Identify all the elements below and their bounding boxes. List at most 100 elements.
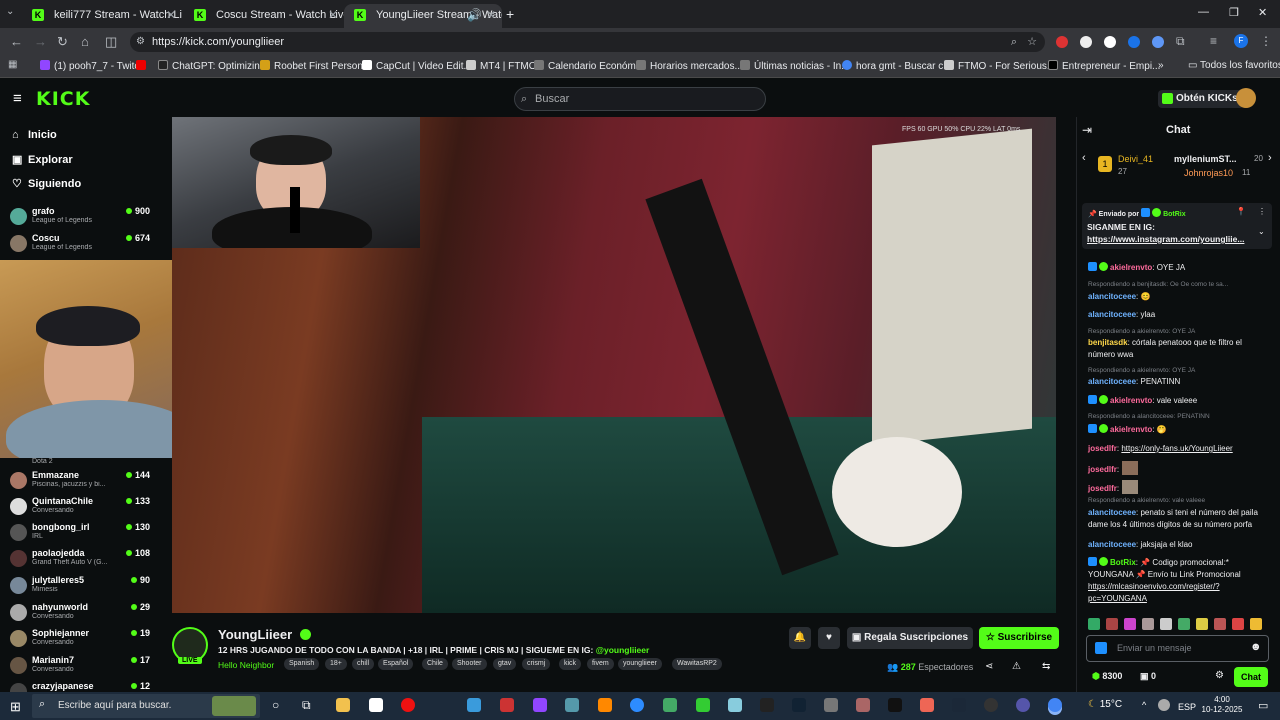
url-field[interactable]: ⚙ https://kick.com/youngliieer ⌕ ☆ bbox=[130, 32, 1045, 52]
bookmark-item[interactable]: Últimas noticias - In... bbox=[740, 60, 850, 72]
reload-icon[interactable]: ↻ bbox=[57, 34, 68, 50]
settings-icon[interactable] bbox=[824, 698, 838, 712]
leader-name[interactable]: Johnrojas10 bbox=[1184, 168, 1233, 178]
bookmark-item[interactable]: (1) pooh7_7 - Twitch bbox=[40, 60, 145, 72]
browser-tab-1[interactable]: K keili777 Stream - Watch Live on Kick ✕ bbox=[22, 4, 182, 28]
chrome-icon[interactable] bbox=[1048, 698, 1062, 712]
chat-username[interactable]: josedlfr bbox=[1088, 444, 1117, 453]
notifications-button[interactable]: 🔔 bbox=[789, 627, 811, 649]
get-kicks-button[interactable]: Obtén KICKs bbox=[1158, 90, 1244, 108]
profile-avatar[interactable]: F bbox=[1234, 34, 1248, 48]
sidebar-channel[interactable]: paolaojedda Grand Theft Auto V (G... 108 bbox=[10, 548, 150, 574]
zoom-app-icon[interactable] bbox=[630, 698, 644, 712]
share-icon[interactable]: ⋖ bbox=[985, 661, 993, 672]
browser-menu-icon[interactable]: ⋮ bbox=[1260, 34, 1272, 48]
emote-icon[interactable] bbox=[1232, 618, 1244, 630]
emote-icon[interactable] bbox=[1214, 618, 1226, 630]
emote-icon[interactable] bbox=[1196, 618, 1208, 630]
language-indicator[interactable]: ESP bbox=[1178, 702, 1196, 712]
leader-name[interactable]: Deivi_41 bbox=[1118, 154, 1153, 164]
chat-username[interactable]: akielrenvto bbox=[1110, 263, 1152, 272]
app-icon[interactable] bbox=[984, 698, 998, 712]
report-icon[interactable]: ⚠ bbox=[1012, 661, 1021, 672]
nav-following[interactable]: ♡ Siguiendo bbox=[12, 177, 81, 190]
zoom-icon[interactable]: ⌕ bbox=[1011, 32, 1017, 52]
tag[interactable]: 18+ bbox=[325, 658, 347, 670]
app-icon[interactable] bbox=[663, 698, 677, 712]
chat-username[interactable]: akielrenvto bbox=[1110, 425, 1152, 434]
bookmark-item[interactable]: CapCut | Video Edit... bbox=[362, 60, 472, 72]
tray-arrow-icon[interactable]: ^ bbox=[1142, 700, 1146, 710]
chat-username[interactable]: alancitoceee bbox=[1088, 377, 1136, 386]
pinned-menu-icon[interactable]: ⋮ bbox=[1258, 207, 1266, 216]
tag[interactable]: crismj bbox=[522, 658, 551, 670]
tag[interactable]: chill bbox=[352, 658, 375, 670]
app-icon[interactable] bbox=[565, 698, 579, 712]
home-icon[interactable]: ⌂ bbox=[81, 34, 89, 49]
bookmark-item[interactable]: Roobet First Person... bbox=[260, 60, 371, 72]
app-icon[interactable] bbox=[500, 698, 514, 712]
chat-settings-icon[interactable]: ⚙ bbox=[1215, 670, 1224, 681]
bookmark-item[interactable]: ChatGPT: Optimizin... bbox=[158, 60, 268, 72]
cortana-icon[interactable]: ○ bbox=[272, 698, 279, 712]
browser-tab-3[interactable]: K YoungLiieer Stream - Watch Live on Kic… bbox=[344, 4, 502, 28]
app-icon[interactable] bbox=[792, 698, 806, 712]
minecraft-icon[interactable] bbox=[696, 698, 710, 712]
sidebar-channel-grafo[interactable]: grafo League of Legends 900 bbox=[10, 206, 150, 232]
system-clock[interactable]: 4:00 10-12-2025 bbox=[1200, 695, 1244, 715]
chat-username[interactable]: alancitoceee bbox=[1088, 310, 1136, 319]
kick-logo[interactable]: KICK bbox=[36, 88, 90, 110]
close-tab-icon[interactable]: ✕ bbox=[166, 4, 176, 26]
hamburger-menu-icon[interactable]: ≡ bbox=[13, 90, 22, 107]
gift-subs-button[interactable]: ▣ Regala Suscripciones bbox=[847, 627, 973, 649]
streamer-name[interactable]: YoungLiieer bbox=[218, 627, 313, 642]
pinned-user[interactable]: BotRix bbox=[1163, 211, 1186, 218]
apps-grid-icon[interactable]: ▦ bbox=[8, 59, 17, 70]
forward-icon[interactable]: → bbox=[34, 34, 47, 49]
tag[interactable]: Chile bbox=[422, 658, 448, 670]
sidebar-channel[interactable]: crazyjapanese 12 bbox=[10, 681, 150, 692]
emote-icon[interactable] bbox=[1142, 618, 1154, 630]
stream-category[interactable]: Hello Neighbor bbox=[218, 660, 274, 670]
chat-link[interactable]: https://only-fans.uk/YoungLiieer bbox=[1121, 444, 1232, 453]
nav-home[interactable]: ⌂ Inicio bbox=[12, 129, 57, 141]
tag[interactable]: WawitasRP2 bbox=[672, 658, 722, 670]
expand-pinned-icon[interactable]: ⌄ bbox=[1258, 227, 1265, 236]
file-explorer-icon[interactable] bbox=[336, 698, 350, 712]
site-info-icon[interactable]: ⚙ bbox=[136, 32, 145, 52]
tag[interactable]: youngliieer bbox=[618, 658, 662, 670]
emote-icon[interactable] bbox=[1160, 618, 1172, 630]
capcut-icon[interactable] bbox=[760, 698, 774, 712]
kick-points[interactable]: ⬢ 8300 bbox=[1092, 671, 1122, 682]
app-icon[interactable] bbox=[856, 698, 870, 712]
search-input[interactable]: ⌕ Buscar bbox=[514, 87, 766, 111]
sidebar-channel[interactable]: Marianin7 Conversando 17 bbox=[10, 655, 150, 681]
sidebar-channel[interactable]: julytalleres5 Mimesis 90 bbox=[10, 575, 150, 601]
browser-tab-2[interactable]: K Coscu Stream - Watch Live on Kick ✕ bbox=[184, 4, 344, 28]
bookmark-item[interactable]: MT4 | FTMO bbox=[466, 60, 536, 72]
chat-username[interactable]: alancitoceee bbox=[1088, 508, 1136, 517]
sidebar-channel[interactable]: nahyunworld Conversando 29 bbox=[10, 602, 150, 628]
notepad-icon[interactable] bbox=[369, 698, 383, 712]
tray-app-icon[interactable] bbox=[1158, 699, 1170, 711]
emote-icon[interactable] bbox=[1178, 618, 1190, 630]
sidebar-channel-coscu[interactable]: Coscu League of Legends 674 bbox=[10, 233, 150, 259]
bookmark-item[interactable]: Calendario Económi... bbox=[534, 60, 646, 72]
tag[interactable]: gtav bbox=[493, 658, 517, 670]
more-bookmarks-icon[interactable]: » bbox=[1158, 60, 1164, 71]
follow-button[interactable]: ♥ bbox=[818, 627, 840, 649]
leader-name[interactable]: mylleniumST... bbox=[1174, 154, 1237, 164]
emote-icon[interactable] bbox=[1088, 618, 1100, 630]
sidebar-channel[interactable]: bongbong_irl IRL 130 bbox=[10, 522, 150, 548]
bookmark-item[interactable]: hora gmt - Buscar c... bbox=[842, 60, 952, 72]
instagram-link[interactable]: @youngliieer bbox=[596, 645, 650, 655]
chat-username[interactable]: josedlfr bbox=[1088, 465, 1117, 474]
tag[interactable]: Spanish bbox=[284, 658, 320, 670]
emote-icon[interactable] bbox=[1106, 618, 1118, 630]
extension-icon[interactable] bbox=[1056, 36, 1068, 48]
subscribe-button[interactable]: ☆ Suscribirse bbox=[979, 627, 1059, 649]
app-icon[interactable] bbox=[920, 698, 934, 712]
close-tab-icon[interactable]: ✕ bbox=[486, 4, 496, 26]
bookmark-item[interactable]: Horarios mercados... bbox=[636, 60, 743, 72]
extensions-puzzle-icon[interactable]: ⧉ bbox=[1176, 34, 1185, 49]
